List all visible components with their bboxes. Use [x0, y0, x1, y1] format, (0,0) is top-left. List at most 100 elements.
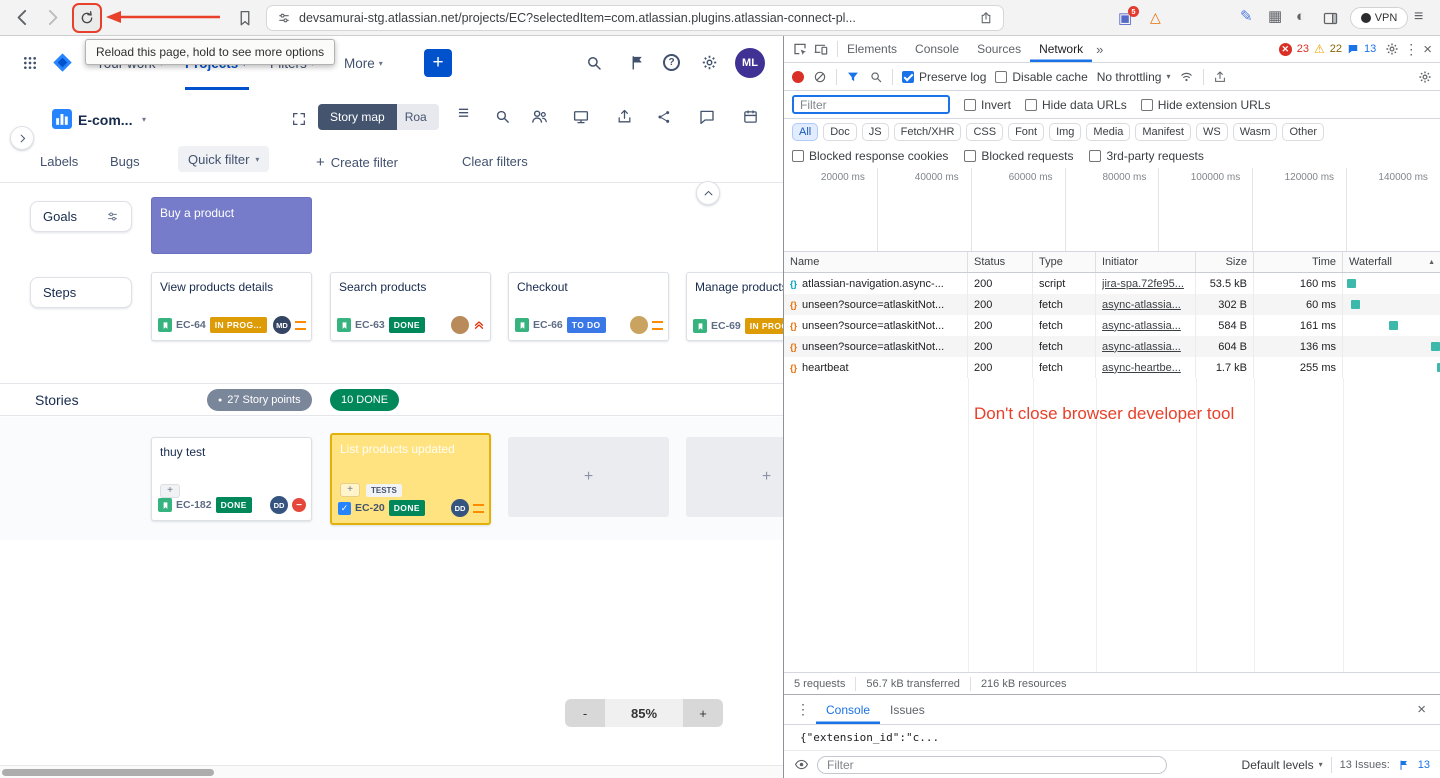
quick-filter-dropdown[interactable]: Quick filter▾ — [178, 146, 269, 172]
network-timeline-overview[interactable]: 20000 ms 40000 ms 60000 ms 80000 ms 1000… — [784, 168, 1440, 252]
checkbox-icon[interactable] — [964, 99, 976, 111]
type-chip-wasm[interactable]: Wasm — [1233, 123, 1278, 141]
hide-extension-urls-checkbox[interactable]: Hide extension URLs — [1141, 98, 1271, 112]
initiator-link[interactable]: async-atlassia... — [1102, 299, 1181, 311]
jira-logo-icon[interactable] — [52, 52, 73, 73]
clear-filters-button[interactable]: Clear filters — [462, 154, 528, 169]
throttling-dropdown[interactable]: No throttling ▾ — [1097, 70, 1171, 84]
inspect-element-icon[interactable] — [792, 41, 808, 57]
filter-labels[interactable]: Labels — [40, 154, 78, 169]
warning-count[interactable]: 22 — [1330, 43, 1342, 55]
collapse-up-button[interactable] — [696, 181, 720, 205]
initiator-link[interactable]: async-heartbe... — [1102, 362, 1181, 374]
type-chip-img[interactable]: Img — [1049, 123, 1081, 141]
select-checkbox[interactable]: ✓ — [338, 502, 351, 515]
zoom-in-button[interactable]: + — [683, 699, 723, 727]
column-header-status[interactable]: Status — [968, 252, 1033, 272]
column-header-size[interactable]: Size — [1196, 252, 1254, 272]
filter-funnel-icon[interactable] — [846, 70, 860, 84]
vpn-extension[interactable]: VPN — [1350, 7, 1408, 29]
bookmark-icon[interactable] — [236, 9, 254, 27]
type-chip-ws[interactable]: WS — [1196, 123, 1228, 141]
network-search-icon[interactable] — [869, 70, 883, 84]
comment-icon[interactable] — [698, 108, 716, 126]
disable-cache-checkbox[interactable]: Disable cache — [995, 70, 1087, 84]
network-conditions-icon[interactable] — [1179, 69, 1194, 84]
goal-card[interactable]: Buy a product — [151, 197, 312, 254]
nav-item-more[interactable]: More▾ — [344, 53, 383, 73]
initiator-link[interactable]: jira-spa.72fe95... — [1102, 278, 1184, 290]
settings-gear-icon[interactable] — [701, 54, 718, 71]
column-header-name[interactable]: Name — [784, 252, 968, 272]
blocked-requests-checkbox[interactable]: Blocked requests — [964, 149, 1073, 163]
checkbox-checked-icon[interactable] — [902, 71, 914, 83]
back-icon[interactable] — [12, 7, 33, 28]
forward-icon[interactable] — [42, 7, 63, 28]
share-icon[interactable] — [656, 109, 672, 125]
network-filter-input[interactable] — [792, 95, 950, 114]
checkbox-icon[interactable] — [995, 71, 1007, 83]
assignee-avatar[interactable]: DD — [451, 499, 469, 517]
initiator-link[interactable]: async-atlassia... — [1102, 320, 1181, 332]
extension-icon-grid[interactable]: ▦ — [1268, 9, 1282, 25]
preserve-log-checkbox[interactable]: Preserve log — [902, 70, 986, 84]
assignee-avatar[interactable]: MD — [273, 316, 291, 334]
user-avatar[interactable]: ML — [735, 48, 765, 78]
calendar-icon[interactable] — [742, 108, 759, 125]
expand-sidebar-button[interactable] — [10, 126, 34, 150]
tab-roadmap[interactable]: Roa — [397, 104, 439, 130]
column-header-type[interactable]: Type — [1033, 252, 1096, 272]
clear-icon[interactable] — [813, 70, 827, 84]
issues-count[interactable]: 13 — [1364, 43, 1376, 55]
add-card-placeholder[interactable]: + — [508, 437, 669, 517]
type-chip-manifest[interactable]: Manifest — [1135, 123, 1191, 141]
column-header-time[interactable]: Time — [1254, 252, 1343, 272]
site-settings-icon[interactable] — [277, 11, 291, 25]
checkbox-icon[interactable] — [1025, 99, 1037, 111]
add-card-placeholder[interactable]: + — [686, 437, 783, 517]
type-chip-js[interactable]: JS — [862, 123, 889, 141]
tab-console[interactable]: Console — [906, 36, 968, 62]
type-chip-all[interactable]: All — [792, 123, 818, 141]
step-card[interactable]: Manage products EC-69 IN PROG... — [686, 272, 783, 341]
app-switcher-icon[interactable] — [22, 55, 38, 71]
zoom-out-button[interactable]: - — [565, 699, 605, 727]
issues-counter[interactable]: 13 — [1418, 759, 1430, 771]
appearance-toggle-icon[interactable]: ◐ — [1296, 9, 1305, 25]
kebab-menu-icon[interactable]: ⋮ — [790, 701, 816, 718]
story-card[interactable]: thuy test + EC-182 DONE DD − — [151, 437, 312, 521]
search-icon[interactable] — [585, 54, 603, 72]
people-icon[interactable] — [530, 107, 549, 126]
network-request-row[interactable]: {}atlassian-navigation.async-... 200 scr… — [784, 273, 1440, 294]
network-settings-gear-icon[interactable] — [1418, 70, 1432, 84]
blocked-cookies-checkbox[interactable]: Blocked response cookies — [792, 149, 948, 163]
tab-sources[interactable]: Sources — [968, 36, 1030, 62]
create-filter-button[interactable]: +Create filter — [316, 154, 398, 171]
hide-data-urls-checkbox[interactable]: Hide data URLs — [1025, 98, 1127, 112]
present-icon[interactable] — [572, 108, 590, 126]
sidebar-toggle-icon[interactable] — [1322, 10, 1339, 27]
issues-flag-icon[interactable] — [1398, 759, 1410, 771]
initiator-link[interactable]: async-atlassia... — [1102, 341, 1181, 353]
invert-checkbox[interactable]: Invert — [964, 98, 1011, 112]
issues-label[interactable]: 13 Issues: — [1340, 759, 1390, 771]
view-settings-icon[interactable]: ≡ — [458, 103, 469, 125]
error-count[interactable]: 23 — [1297, 43, 1309, 55]
type-chip-fetch[interactable]: Fetch/XHR — [894, 123, 962, 141]
network-request-row[interactable]: {}unseen?source=atlaskitNot... 200 fetch… — [784, 336, 1440, 357]
reload-button[interactable] — [72, 3, 102, 33]
column-header-waterfall[interactable]: Waterfall ▲ — [1343, 252, 1440, 272]
checkbox-icon[interactable] — [964, 150, 976, 162]
horizontal-scrollbar[interactable] — [0, 765, 783, 778]
device-toolbar-icon[interactable] — [813, 41, 829, 57]
create-button[interactable]: + — [424, 49, 452, 77]
console-filter-input[interactable] — [817, 756, 1167, 774]
more-tabs-icon[interactable]: » — [1092, 42, 1107, 57]
chevron-down-icon[interactable]: ▾ — [142, 115, 146, 124]
checkbox-icon[interactable] — [1089, 150, 1101, 162]
tab-story-map[interactable]: Story map — [318, 104, 397, 130]
add-subtask-button[interactable]: + — [340, 483, 360, 497]
record-icon[interactable] — [792, 71, 804, 83]
assignee-avatar[interactable]: DD — [270, 496, 288, 514]
checkbox-icon[interactable] — [792, 150, 804, 162]
